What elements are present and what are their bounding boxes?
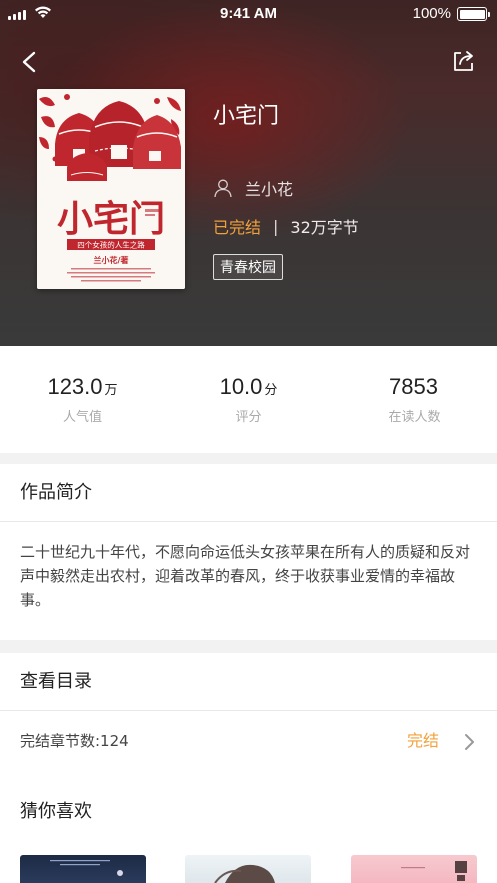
recommend-cover-1 — [50, 860, 123, 876]
cover-title: 小宅门 — [57, 198, 165, 240]
recommend-book-1[interactable] — [20, 855, 146, 883]
cover-subtitle: 四个女孩的人生之路 — [77, 240, 145, 250]
genre-tag[interactable]: 青春校园 — [213, 254, 283, 280]
stat-label: 人气值 — [62, 410, 102, 425]
stat-value: 7853 — [389, 374, 438, 399]
cover-author: 兰小花/著 — [94, 255, 129, 265]
book-cover-illustration: 小宅门 四个女孩的人生之路 兰小花/著 — [37, 89, 185, 289]
book-meta: 已完结 | 32万字节 — [213, 214, 359, 238]
stat-rating: 10.0 分 评分 — [166, 374, 331, 425]
status-bar: 9:41 AM 100% — [0, 0, 497, 28]
stat-value: 10.0 — [219, 374, 263, 399]
author-name: 兰小花 — [245, 180, 294, 199]
toc-header: 查看目录 — [0, 653, 497, 711]
back-button[interactable] — [16, 48, 42, 76]
book-title: 小宅门 — [213, 104, 280, 129]
battery-icon — [457, 7, 490, 21]
toc-status: 完结 — [406, 731, 439, 750]
word-count: 32万字节 — [290, 218, 359, 237]
author-row[interactable]: 兰小花 — [213, 176, 293, 200]
stat-label: 在读人数 — [388, 410, 441, 425]
recommend-cover-3 — [401, 861, 467, 881]
intro-header: 作品简介 — [0, 464, 497, 522]
meta-separator: | — [273, 216, 279, 236]
recommend-book-2[interactable] — [185, 855, 311, 883]
intro-section: 作品简介 二十世纪九十年代，不愿向命运低头女孩苹果在所有人的质疑和反对声中毅然走… — [0, 464, 497, 640]
completion-status: 已完结 — [213, 218, 262, 237]
chevron-right-icon — [465, 734, 474, 750]
stat-readers: 7853 在读人数 — [332, 374, 497, 425]
stat-unit: 分 — [264, 383, 278, 398]
chapter-count: 完结章节数:124 — [20, 732, 129, 750]
recommend-header: 猜你喜欢 — [20, 801, 92, 822]
share-button[interactable] — [451, 48, 477, 74]
stat-value: 123.0 — [47, 374, 103, 399]
toc-section: 查看目录 完结章节数:124 完结 — [0, 653, 497, 772]
stat-unit: 万 — [104, 383, 118, 398]
toc-row[interactable]: 完结章节数:124 完结 — [0, 711, 497, 771]
intro-text: 二十世纪九十年代，不愿向命运低头女孩苹果在所有人的质疑和反对声中毅然走出农村，迎… — [20, 543, 471, 609]
stats-panel: 123.0 万 人气值 10.0 分 评分 7853 在读人数 — [0, 346, 497, 453]
battery-percent: 100% — [412, 5, 451, 22]
book-cover[interactable]: 小宅门 四个女孩的人生之路 兰小花/著 — [37, 89, 185, 289]
stat-popularity: 123.0 万 人气值 — [0, 374, 165, 425]
recommend-book-3[interactable] — [351, 855, 477, 883]
book-header: 9:41 AM 100% 小宅门 四个女孩的人生之路 兰小花/著 小宅门 兰小花… — [0, 0, 497, 346]
recommend-cover-2 — [214, 864, 275, 883]
person-icon — [214, 179, 232, 198]
stat-label: 评分 — [235, 410, 262, 425]
